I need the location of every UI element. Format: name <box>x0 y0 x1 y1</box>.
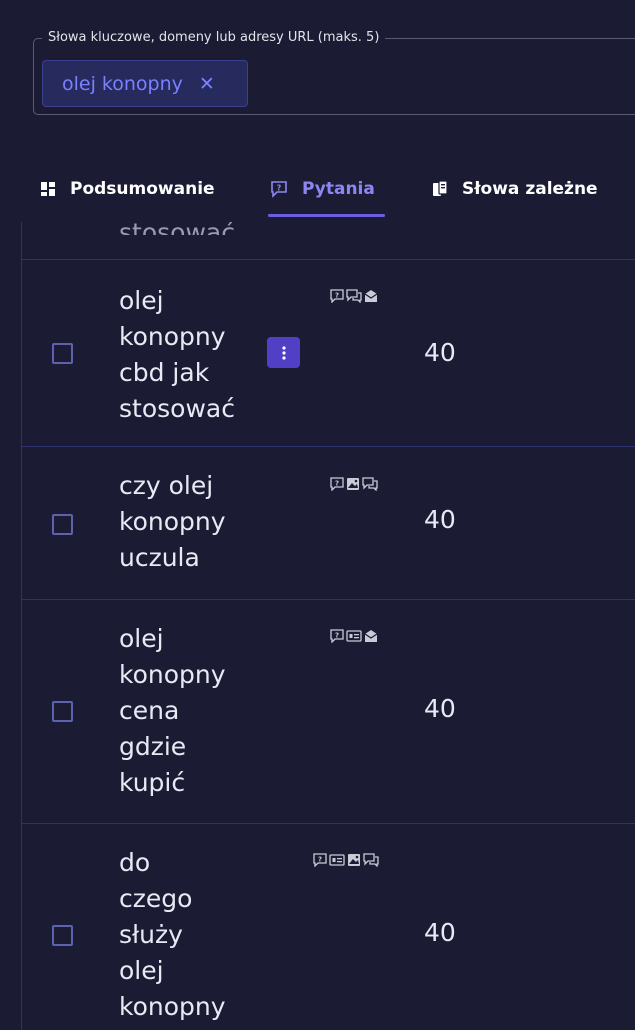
keyword-line: konopny <box>119 660 226 689</box>
image-icon <box>347 478 359 490</box>
serp-features: ? <box>313 853 379 867</box>
svg-text:?: ? <box>335 292 339 300</box>
keyword-line: służy <box>119 920 183 949</box>
svg-text:?: ? <box>335 480 339 488</box>
keyword-line: olej <box>119 286 164 315</box>
tab-related-words[interactable]: Słowa zależne <box>432 160 598 218</box>
tab-related-label: Słowa zależne <box>462 179 598 199</box>
keyword-chip-label: olej konopny <box>62 72 183 95</box>
dashboard-icon <box>41 182 55 196</box>
keyword-line: czy olej <box>119 471 214 500</box>
keyword-line: cbd jak <box>119 358 210 387</box>
search-volume: 40 <box>424 338 456 367</box>
list-icon <box>329 854 345 866</box>
tab-questions[interactable]: ? Pytania <box>270 160 375 218</box>
keyword-line: uczula <box>119 543 200 572</box>
tab-summary-label: Podsumowanie <box>70 179 215 199</box>
keyword-line: czego <box>119 884 193 913</box>
keyword-text: olej konopny cbd jak stosować <box>119 283 269 427</box>
active-tab-indicator <box>268 214 385 217</box>
image-icon <box>348 854 360 866</box>
tab-questions-label: Pytania <box>302 179 375 199</box>
keyword-line: olej <box>119 624 164 653</box>
row-menu-button[interactable] <box>267 337 300 368</box>
row-checkbox[interactable] <box>52 343 73 364</box>
keyword-line: konopny <box>119 322 226 351</box>
question-icon: ? <box>330 289 344 303</box>
keyword-line: konopny <box>119 507 226 536</box>
question-icon: ? <box>330 477 344 491</box>
keyword-text: olej konopny cena gdzie kupić <box>119 621 269 801</box>
mail-icon <box>364 290 378 302</box>
questions-table[interactable]: stosować olej konopny cbd jak stosować ?… <box>21 222 635 1030</box>
keyword-line: cena <box>119 696 180 725</box>
question-bubble-icon: ? <box>271 181 287 198</box>
table-row: do czego służy olej konopny ? 40 <box>22 824 635 1030</box>
keyword-text: stosować <box>119 222 269 235</box>
keyword-line: stosować <box>119 394 235 423</box>
row-checkbox[interactable] <box>52 925 73 946</box>
keywords-field-label: Słowa kluczowe, domeny lub adresy URL (m… <box>42 30 386 45</box>
question-icon: ? <box>330 629 344 643</box>
question-icon: ? <box>313 853 327 867</box>
more-vertical-icon <box>281 345 286 360</box>
tab-bar: Podsumowanie ? Pytania Słowa zależne <box>0 160 635 220</box>
keyword-line: do <box>119 848 151 877</box>
search-volume: 40 <box>424 505 456 534</box>
keyword-line: gdzie <box>119 732 187 761</box>
chat-icon <box>362 477 378 491</box>
row-checkbox[interactable] <box>52 701 73 722</box>
row-checkbox[interactable] <box>52 514 73 535</box>
keyword-text: czy olej konopny uczula <box>119 468 269 576</box>
tab-summary[interactable]: Podsumowanie <box>40 160 215 218</box>
serp-features: ? <box>330 289 378 303</box>
keyword-line: kupić <box>119 768 186 797</box>
close-icon[interactable]: ✕ <box>199 73 215 95</box>
chat-icon <box>346 289 362 303</box>
keyword-line: olej <box>119 956 164 985</box>
chat-icon <box>363 853 379 867</box>
keyword-text: do czego służy olej konopny <box>119 845 269 1025</box>
serp-features: ? <box>330 629 378 643</box>
mail-icon <box>364 630 378 642</box>
keyword-chip[interactable]: olej konopny ✕ <box>42 60 248 107</box>
svg-text:?: ? <box>318 856 322 864</box>
search-volume: 40 <box>424 694 456 723</box>
list-icon <box>346 630 362 642</box>
serp-features: ? <box>330 477 378 491</box>
related-words-icon <box>433 180 448 196</box>
table-row: stosować <box>22 222 635 260</box>
svg-text:?: ? <box>335 632 339 640</box>
table-row: czy olej konopny uczula ? 40 <box>22 447 635 600</box>
table-row: olej konopny cena gdzie kupić ? 40 <box>22 600 635 824</box>
table-row: olej konopny cbd jak stosować ? 40 <box>22 260 635 447</box>
svg-text:?: ? <box>277 184 282 193</box>
keyword-line: konopny <box>119 992 226 1021</box>
search-volume: 40 <box>424 918 456 947</box>
